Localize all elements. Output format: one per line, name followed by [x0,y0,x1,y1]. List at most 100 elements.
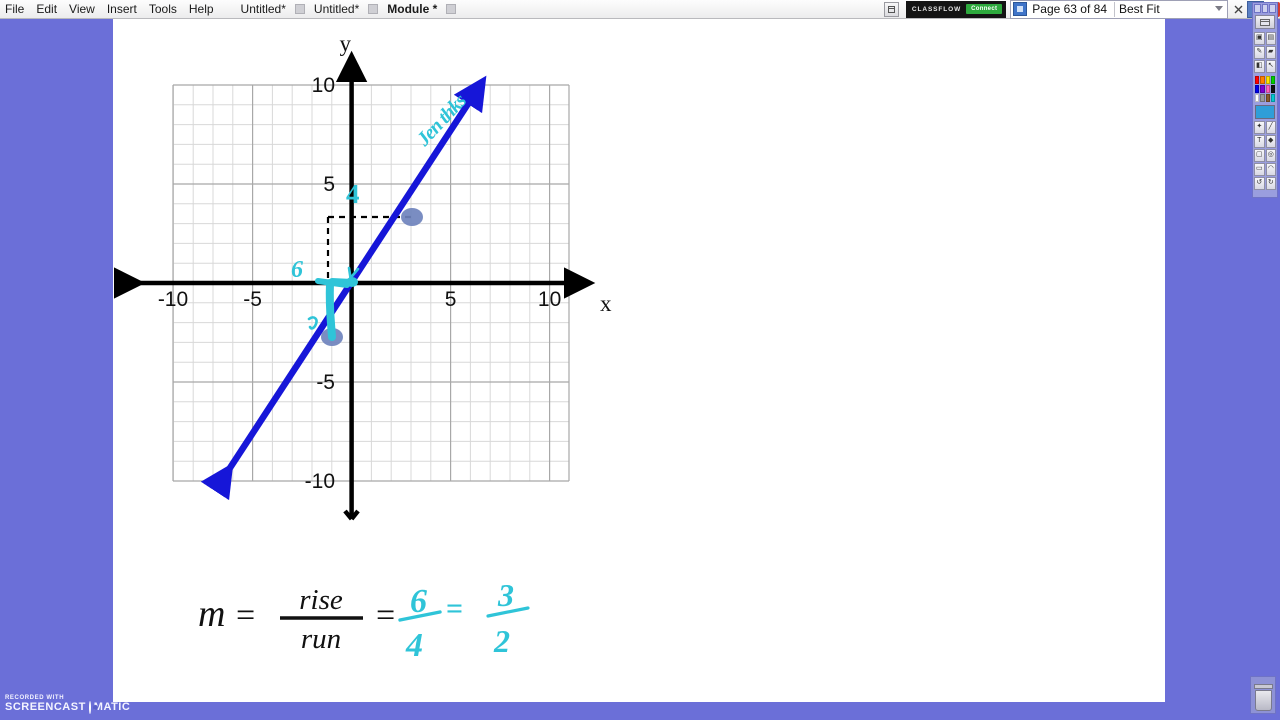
formula-m: m [198,593,225,635]
watermark-dot-icon [88,700,98,714]
color-swatch-white[interactable] [1255,94,1260,102]
drawing-toolbar[interactable]: ▣ ▤ ✎ ▰ ◧ ↖ ✦ ╱ T ◆ ▢ ◎ ▭ ◠ ↺ ↻ [1252,2,1278,198]
document-tab-1[interactable]: Untitled* [234,2,293,16]
color-swatch-brown[interactable] [1265,94,1270,102]
document-tab-2[interactable]: Untitled* [307,2,366,16]
classflow-connect-button[interactable]: Connect [966,4,1003,14]
menu-tools[interactable]: Tools [143,0,183,18]
panel-toggle-button[interactable] [883,1,899,17]
menu-view[interactable]: View [63,0,101,18]
text-tool-button[interactable]: T [1254,135,1265,148]
color-swatch-blue[interactable] [1255,85,1260,93]
color-swatch-cyan[interactable] [1270,94,1275,102]
axis-lines [113,50,596,521]
color-swatch-black[interactable] [1270,85,1275,93]
color-palette[interactable] [1255,76,1275,102]
formula-rise: rise [299,584,343,616]
toolbar-header [1253,4,1276,13]
tab-separator-icon [446,4,457,14]
xtick--10: -10 [158,288,188,311]
zoom-mode-select[interactable]: Best Fit [1114,1,1227,17]
pen-tool-button[interactable]: ✎ [1254,46,1265,59]
menu-file[interactable]: File [0,0,30,18]
tab-separator-icon [368,4,379,14]
camera-tool-button[interactable]: ◎ [1265,149,1276,162]
undo-tool-button[interactable]: ↺ [1254,177,1265,190]
image-tool-button[interactable]: ▢ [1254,149,1265,162]
color-swatch-purple[interactable] [1260,85,1265,93]
toolbar-drag-handle[interactable] [1255,15,1275,29]
color-swatch-orange[interactable] [1260,76,1265,84]
menu-edit[interactable]: Edit [30,0,63,18]
tool-icon-grid-lower[interactable]: ✦ ╱ T ◆ ▢ ◎ ▭ ◠ ↺ ↻ [1254,121,1276,190]
y-axis-label: y [340,31,352,56]
toolbar-close-icon[interactable] [1269,4,1276,13]
fill-tool-button[interactable]: ◆ [1265,135,1276,148]
tool-icon-grid[interactable]: ▣ ▤ ✎ ▰ ◧ ↖ [1254,32,1276,73]
drag-handle-icon [1260,18,1270,26]
screen-root: File Edit View Insert Tools Help Untitle… [0,0,1280,720]
menu-insert[interactable]: Insert [101,0,143,18]
shape-tool-button[interactable]: ◧ [1254,60,1265,73]
eraser-tool-button[interactable]: ▤ [1265,32,1276,45]
trash-bin-button[interactable] [1250,676,1276,714]
document-tab-strip: Untitled* Untitled* Module * [234,2,459,16]
menu-bar: File Edit View Insert Tools Help Untitle… [0,0,1280,19]
highlighter-tool-button[interactable]: ▰ [1265,46,1276,59]
color-swatch-pink[interactable] [1265,85,1270,93]
select-tool-button[interactable]: ▣ [1254,32,1265,45]
trash-lid-icon [1253,684,1273,689]
data-point-marker[interactable] [401,208,423,226]
toolbar-settings-icon[interactable] [1261,4,1269,13]
classflow-brand-label: CLASSFLOW [911,5,962,13]
redo-tool-button[interactable]: ↻ [1265,177,1276,190]
ytick--5: -5 [316,371,335,394]
color-swatch-gray[interactable] [1260,94,1265,102]
menu-help[interactable]: Help [183,0,220,18]
xtick--5: -5 [243,288,262,311]
xtick-10: 10 [538,288,561,311]
watermark-left-label: SCREENCAST [5,701,86,713]
slide-canvas[interactable]: -10 -5 5 10 10 5 -5 -10 y x 6 4 Jen thks… [113,19,1165,702]
tab-separator-icon [294,4,305,14]
ink-label-run: 4 [346,179,360,209]
formula-run: run [301,623,341,655]
coordinate-plane[interactable]: -10 -5 5 10 10 5 -5 -10 y x 6 4 Jen thks [113,19,1165,579]
toolbar-collapse-icon[interactable] [1253,4,1261,13]
ink-equals: = [446,592,463,625]
protractor-tool-button[interactable]: ◠ [1265,163,1276,176]
minimize-icon [1234,5,1243,13]
zoom-mode-value: Best Fit [1119,1,1160,16]
axis-titles: y x [340,31,613,316]
ink-label-rise: 6 [291,257,303,283]
document-tab-3[interactable]: Module * [380,2,444,16]
stamp-tool-button[interactable]: ✦ [1254,121,1265,134]
ink-run-arrow [329,266,360,287]
ytick--10: -10 [305,470,335,493]
slope-formula: m = rise run = 6 4 = 3 2 [188,564,608,664]
chevron-down-icon [1215,5,1223,11]
color-swatch-yellow[interactable] [1265,76,1270,84]
xtick-5: 5 [445,288,457,311]
ruler-tool-button[interactable]: ▭ [1254,163,1265,176]
ink-denominator-4: 4 [405,627,423,664]
ytick-10: 10 [312,74,335,97]
ink-result-denominator-2: 2 [493,623,510,659]
screencast-watermark: RECORDED WITH SCREENCAST MATIC [0,688,130,720]
ytick-5: 5 [323,173,335,196]
minimize-button[interactable] [1231,2,1246,17]
page-navigation-bar: Page 63 of 84 Best Fit [1010,0,1228,19]
slope-formula-svg: m = rise run = 6 4 = 3 2 [198,577,530,664]
color-swatch-red[interactable] [1255,76,1260,84]
formula-equals-2: = [376,597,395,634]
pointer-tool-button[interactable]: ↖ [1265,60,1276,73]
graph-area: -10 -5 5 10 10 5 -5 -10 y x 6 4 Jen thks… [113,19,1165,702]
trash-can-icon [1254,690,1272,711]
x-axis-label: x [600,291,612,316]
formula-equals-1: = [236,597,255,634]
watermark-main: SCREENCAST MATIC [5,700,130,714]
classflow-badge[interactable]: CLASSFLOW Connect [905,0,1007,18]
line-tool-button[interactable]: ╱ [1265,121,1276,134]
active-color-preview[interactable] [1255,105,1275,119]
color-swatch-green[interactable] [1270,76,1275,84]
